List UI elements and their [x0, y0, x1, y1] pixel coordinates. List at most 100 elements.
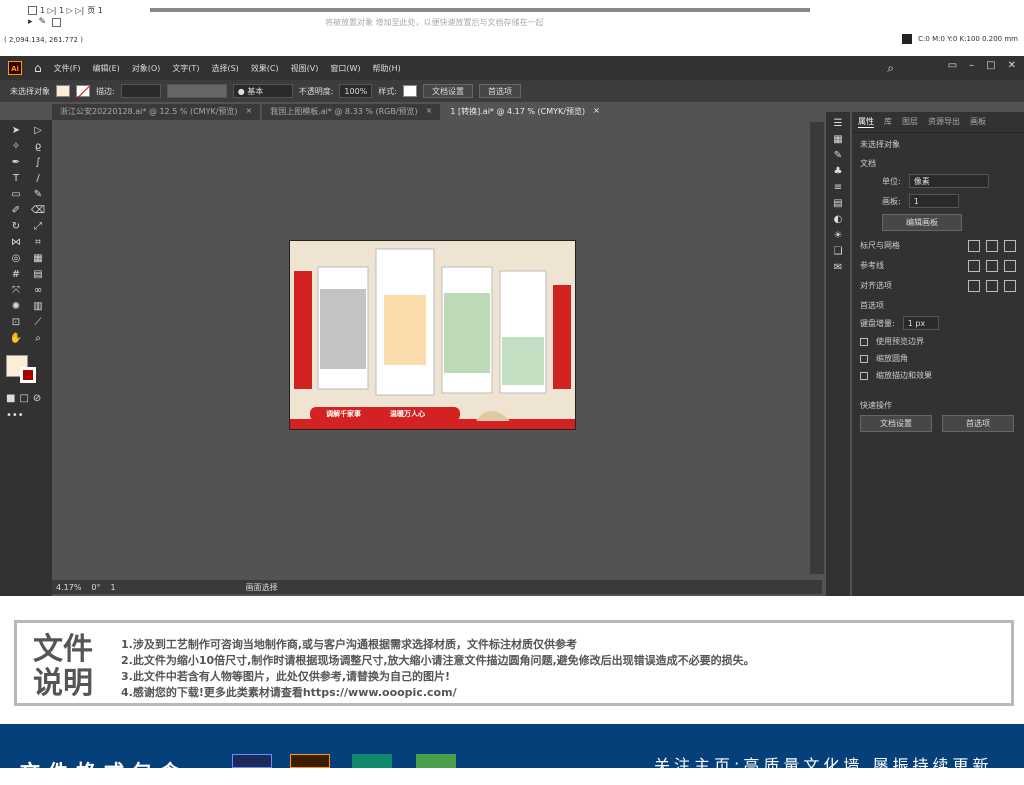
doc-tab-1[interactable]: 浙江公安20220128.ai* @ 12.5 % (CMYK/预览) ×	[52, 104, 261, 120]
opt2-row[interactable]: 缩放圆角	[852, 350, 1024, 367]
appearance-icon[interactable]: ☀	[834, 230, 843, 241]
none-mode-icon[interactable]: ⊘	[33, 393, 41, 404]
tab-artboards[interactable]: 画板	[970, 116, 986, 128]
brush-tool-icon[interactable]: ✎	[28, 188, 48, 201]
ruler-icon[interactable]	[968, 240, 980, 252]
tab-close-icon[interactable]: ×	[426, 106, 433, 118]
color-mode-icon[interactable]: ■	[6, 393, 15, 404]
vertical-scrollbar[interactable]	[810, 122, 824, 574]
workspace-icon[interactable]: ▭	[948, 60, 957, 71]
tab-layers[interactable]: 图层	[902, 116, 918, 128]
style-swatch[interactable]	[402, 85, 417, 97]
quick-prefs-button[interactable]: 首选项	[942, 415, 1014, 432]
opt1-row[interactable]: 使用预览边界	[852, 333, 1024, 350]
opacity-label[interactable]: 不透明度:	[299, 86, 334, 97]
layers-icon[interactable]: ❏	[834, 246, 843, 257]
snap-point-icon[interactable]	[968, 280, 980, 292]
menu-window[interactable]: 窗口(W)	[330, 63, 360, 74]
stroke-panel-icon[interactable]: ≡	[834, 182, 842, 193]
doc-tab-3[interactable]: 1 [转换].ai* @ 4.17 % (CMYK/预览) ×	[442, 104, 608, 120]
transparency-grid-icon[interactable]	[1004, 240, 1016, 252]
smart-guides-icon[interactable]	[1004, 260, 1016, 272]
tab-asset-export[interactable]: 资源导出	[928, 116, 960, 128]
stroke-weight-field[interactable]	[120, 84, 161, 98]
swatches-icon[interactable]: ▦	[833, 134, 842, 145]
column-graph-icon[interactable]: ▥	[28, 300, 48, 313]
artboard-select[interactable]: 1	[908, 194, 959, 208]
menu-effect[interactable]: 效果(C)	[251, 63, 279, 74]
lasso-icon[interactable]: ϱ	[28, 140, 48, 153]
grid-icon[interactable]	[986, 240, 998, 252]
show-guides-icon[interactable]	[968, 260, 980, 272]
top-scrollbar[interactable]	[150, 8, 810, 12]
curvature-icon[interactable]: ∫	[28, 156, 48, 169]
stroke-swatch[interactable]	[76, 85, 90, 97]
first-page-icon[interactable]	[28, 5, 37, 15]
line-tool-icon[interactable]: /	[28, 172, 48, 185]
doc-setup-button[interactable]: 文档设置	[422, 84, 473, 98]
transparency-icon[interactable]: ◐	[834, 214, 843, 225]
comments-icon[interactable]: ✉	[834, 262, 842, 273]
brushes-icon[interactable]: ✎	[834, 150, 842, 161]
tab-properties[interactable]: 属性	[858, 116, 874, 128]
free-transform-icon[interactable]: ⌗	[28, 236, 48, 249]
symbols-icon[interactable]: ♣	[834, 166, 843, 177]
stroke-color-icon[interactable]	[20, 367, 36, 383]
opt3-row[interactable]: 缩放描边和效果	[852, 367, 1024, 384]
opacity-field[interactable]: 100%	[339, 84, 373, 98]
menu-select[interactable]: 选择(S)	[211, 63, 238, 74]
page-nav[interactable]: 1 ▷| 1 ▷ ▷| 页 1	[28, 4, 103, 16]
menu-type[interactable]: 文字(T)	[172, 63, 199, 74]
search-icon[interactable]: ⌕	[887, 61, 894, 76]
rectangle-tool-icon[interactable]: ▭	[6, 188, 26, 201]
more-tools-icon[interactable]: •••	[0, 408, 52, 423]
artboard-tool-icon[interactable]: ⊡	[6, 316, 26, 329]
tab-libraries[interactable]: 库	[884, 116, 892, 128]
snap-pixel-icon[interactable]	[986, 280, 998, 292]
quick-doc-setup-button[interactable]: 文档设置	[860, 415, 932, 432]
width-tool-icon[interactable]: ⋈	[6, 236, 26, 249]
properties-icon[interactable]: ☰	[834, 118, 843, 129]
type-tool-icon[interactable]: T	[6, 172, 26, 185]
artboard[interactable]: 调解千家事 温暖万人心	[289, 240, 576, 430]
menu-file[interactable]: 文件(F)	[54, 63, 81, 74]
fill-swatch[interactable]	[56, 85, 70, 97]
gradient-icon[interactable]: ▤	[28, 268, 48, 281]
shaper-icon[interactable]: ✐	[6, 204, 26, 217]
lock-guides-icon[interactable]	[986, 260, 998, 272]
keyboard-inc-field[interactable]: 1 px	[902, 316, 939, 330]
slice-icon[interactable]: ⟋	[28, 316, 48, 329]
checkbox-icon[interactable]	[860, 371, 868, 380]
blend-icon[interactable]: ∞	[28, 284, 48, 297]
tab-close-icon[interactable]: ×	[593, 106, 600, 118]
page-number[interactable]: 1	[111, 583, 116, 592]
zoom-tool-icon[interactable]: ⌕	[28, 332, 48, 345]
pencil-icon[interactable]: ✎	[39, 17, 47, 27]
rotation-value[interactable]: 0°	[91, 583, 100, 592]
perspective-icon[interactable]: ▦	[28, 252, 48, 265]
shape-builder-icon[interactable]: ◎	[6, 252, 26, 265]
minimize-icon[interactable]: –	[969, 60, 974, 71]
menu-edit[interactable]: 编辑(E)	[92, 63, 119, 74]
direct-selection-tool-icon[interactable]: ▷	[28, 124, 48, 137]
checkbox-icon[interactable]	[860, 337, 868, 346]
scale-icon[interactable]: ⤢	[28, 220, 48, 233]
checkbox-icon[interactable]	[860, 354, 868, 363]
gradient-mode-icon[interactable]: □	[19, 393, 28, 404]
mesh-icon[interactable]: #	[6, 268, 26, 281]
edit-artboards-button[interactable]: 编辑画板	[882, 214, 962, 231]
prefs-button[interactable]: 首选项	[478, 84, 521, 98]
gradient-panel-icon[interactable]: ▤	[833, 198, 842, 209]
hand-tool-icon[interactable]: ✋	[6, 332, 26, 345]
pen-tool-icon[interactable]: ✒	[6, 156, 26, 169]
brush-field[interactable]: ● 基本	[232, 84, 293, 98]
close-icon[interactable]: ✕	[1008, 60, 1016, 71]
menu-view[interactable]: 视图(V)	[291, 63, 319, 74]
tab-close-icon[interactable]: ×	[246, 106, 253, 118]
doc-tab-2[interactable]: 我国上图模板.ai* @ 8.33 % (RGB/预览) ×	[262, 104, 441, 120]
home-icon[interactable]: ⌂	[34, 61, 42, 75]
symbol-sprayer-icon[interactable]: ✺	[6, 300, 26, 313]
eyedropper-icon[interactable]: ⤧	[6, 284, 26, 297]
maximize-icon[interactable]: □	[986, 60, 995, 71]
menu-object[interactable]: 对象(O)	[132, 63, 161, 74]
